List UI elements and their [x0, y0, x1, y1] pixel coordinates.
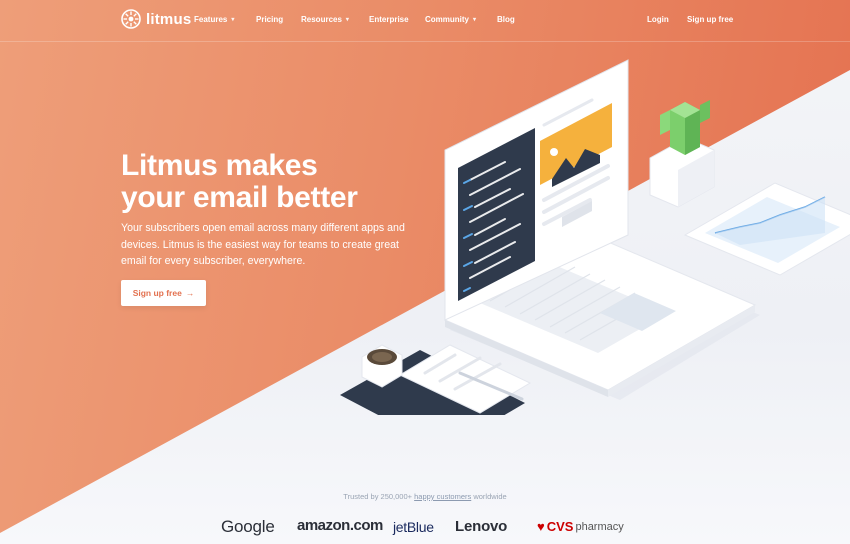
chevron-down-icon: ▾: [231, 17, 235, 23]
nav-pricing-label: Pricing: [256, 15, 284, 24]
nav-blog[interactable]: Blog: [497, 15, 515, 24]
amazon-logo: amazon.com: [297, 517, 383, 534]
sun-gear-icon: [121, 9, 141, 29]
signup-cta-button[interactable]: Sign up free →: [121, 280, 206, 306]
hero-section: litmus Features ▾ Pricing Resources ▾ En…: [0, 0, 850, 544]
headline-line-1: Litmus makes: [121, 149, 318, 182]
trusted-by-text: Trusted by 250,000+ happy customers worl…: [0, 492, 850, 501]
happy-customers-link[interactable]: happy customers: [414, 492, 471, 501]
trusted-suffix: worldwide: [473, 492, 507, 501]
nav-community-label: Community: [425, 15, 469, 24]
nav-signup-link[interactable]: Sign up free: [687, 15, 733, 24]
arrow-right-icon: →: [185, 288, 195, 298]
heart-icon: ♥: [537, 519, 545, 534]
nav-enterprise[interactable]: Enterprise: [369, 15, 409, 24]
nav-resources-label: Resources: [301, 15, 342, 24]
nav-signup-label: Sign up free: [687, 15, 734, 24]
cvs-pharmacy-logo: ♥ CVS pharmacy: [537, 519, 624, 534]
chevron-down-icon: ▾: [473, 17, 477, 23]
cvs-wordmark: CVS: [546, 519, 574, 534]
nav-pricing[interactable]: Pricing: [256, 15, 283, 24]
lenovo-logo: Lenovo: [455, 518, 508, 535]
headline-line-2: your email better: [121, 181, 358, 214]
nav-features-label: Features: [194, 15, 228, 24]
laptop-illustration: [340, 59, 850, 415]
litmus-logo[interactable]: litmus: [121, 9, 191, 29]
logo-wordmark: litmus: [146, 10, 192, 28]
nav-enterprise-label: Enterprise: [369, 15, 409, 24]
trusted-prefix: Trusted by 250,000+: [343, 492, 413, 501]
jetblue-logo: jetBlue: [393, 519, 434, 535]
login-link[interactable]: Login: [647, 15, 669, 24]
cta-label: Sign up free: [132, 288, 182, 298]
nav-blog-label: Blog: [497, 15, 515, 24]
nav-resources[interactable]: Resources ▾: [301, 15, 349, 24]
top-navigation: litmus Features ▾ Pricing Resources ▾ En…: [0, 0, 850, 42]
nav-community[interactable]: Community ▾: [425, 15, 476, 24]
google-logo: Google: [221, 517, 275, 536]
chevron-down-icon: ▾: [345, 17, 349, 23]
pharmacy-wordmark: pharmacy: [575, 520, 624, 533]
nav-features[interactable]: Features ▾: [194, 15, 234, 24]
login-label: Login: [647, 15, 669, 24]
